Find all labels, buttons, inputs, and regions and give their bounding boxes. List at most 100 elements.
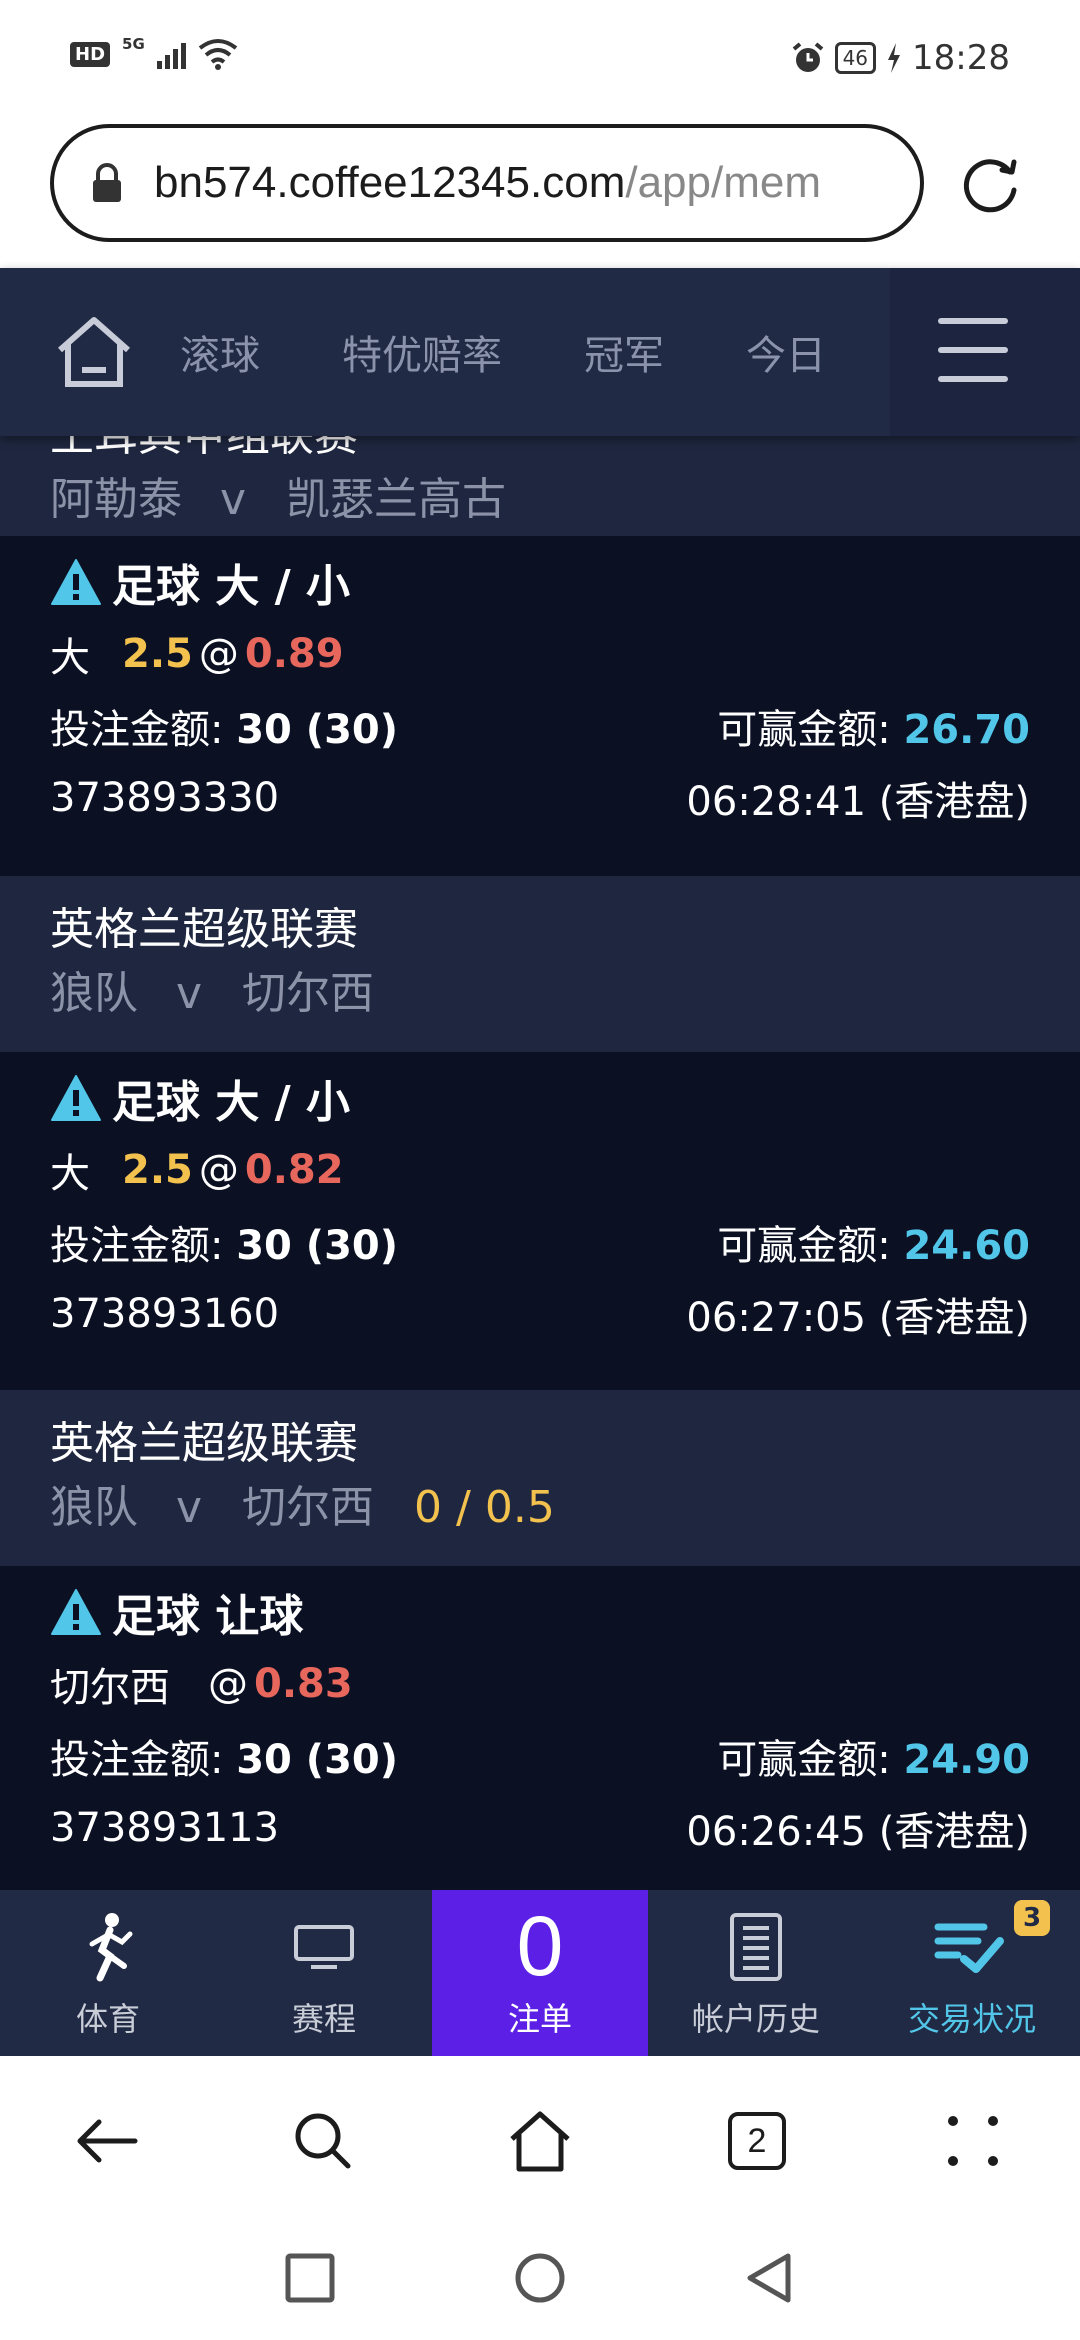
ticket-row: 373893113 06:26:45 (香港盘)	[50, 1792, 1030, 1864]
win-value: 24.60	[903, 1223, 1030, 1269]
bet-selection: 大 2.5 @ 0.89	[50, 618, 1030, 690]
ticket-id: 373893113	[50, 1805, 280, 1851]
tab-today[interactable]: 今日	[746, 323, 826, 381]
versus-label: v	[220, 474, 247, 525]
stake-row: 投注金额: 30 (30) 可赢金额: 24.60	[50, 1206, 1030, 1278]
warning-icon	[51, 559, 101, 605]
status-bar: HD 5G 46 18:28	[0, 0, 1080, 120]
tab-trade-status[interactable]: 交易状况 3	[864, 1890, 1080, 2056]
match-header: 英格兰超级联赛 狼队 v 切尔西 0 / 0.5	[0, 1390, 1080, 1566]
match-teams: 阿勒泰 v 凯瑟兰高古	[50, 468, 1030, 532]
versus-label: v	[176, 968, 203, 1019]
bet-market: 足球 让球	[112, 1591, 304, 1642]
bet-card[interactable]: 足球 大 / 小 大 2.5 @ 0.89 投注金额: 30 (30) 可赢金额…	[0, 536, 1080, 876]
match-teams: 狼队 v 切尔西 0 / 0.5	[50, 1476, 1030, 1540]
selection-label: 切尔西	[50, 1665, 170, 1711]
selection-label: 大	[50, 1151, 90, 1197]
odds-value: 0.83	[254, 1661, 353, 1707]
battery-level: 46	[834, 42, 877, 74]
system-nav-bar	[0, 2226, 1080, 2340]
points-value: 2.5	[122, 631, 193, 677]
tab-outright[interactable]: 冠军	[584, 323, 664, 381]
stake-value: 30 (30)	[236, 1223, 399, 1269]
network-type: 5G	[122, 35, 145, 53]
tab-sports[interactable]: 体育	[0, 1890, 216, 2056]
clock: 18:28	[912, 38, 1010, 78]
match-teams: 狼队 v 切尔西	[50, 962, 1030, 1026]
bet-market: 足球 大 / 小	[112, 561, 351, 612]
home-team: 狼队	[50, 968, 138, 1019]
reload-icon[interactable]	[958, 150, 1024, 216]
bet-card[interactable]: 足球 大 / 小 大 2.5 @ 0.82 投注金额: 30 (30) 可赢金额…	[0, 1052, 1080, 1390]
nav-fade	[840, 268, 890, 436]
tab-special-odds[interactable]: 特优赔率	[342, 323, 502, 381]
ticket-row: 373893330 06:28:41 (香港盘)	[50, 762, 1030, 834]
home-team: 狼队	[50, 1482, 138, 1533]
home-page-icon[interactable]	[505, 2106, 575, 2176]
tab-history-label: 帐户历史	[691, 2000, 820, 2038]
bet-time: 06:26:45 (香港盘)	[686, 1809, 1030, 1855]
tab-betslip-label: 注单	[507, 2000, 572, 2038]
checklist-icon	[934, 1912, 1010, 1982]
ticket-row: 373893160 06:27:05 (香港盘)	[50, 1278, 1030, 1350]
stake-row: 投注金额: 30 (30) 可赢金额: 24.90	[50, 1720, 1030, 1792]
stake-value: 30 (30)	[236, 1737, 399, 1783]
tv-icon	[293, 1912, 355, 1982]
away-team: 凯瑟兰高古	[286, 474, 507, 525]
away-team: 切尔西	[242, 1482, 375, 1533]
recents-square-icon[interactable]	[282, 2250, 338, 2306]
stake-row: 投注金额: 30 (30) 可赢金额: 26.70	[50, 690, 1030, 762]
back-triangle-icon[interactable]	[742, 2250, 798, 2306]
hd-indicator: HD	[70, 41, 111, 67]
bet-title: 足球 大 / 小	[50, 546, 1030, 618]
tabs-switcher[interactable]: 2	[722, 2106, 792, 2176]
url-host: bn574.coffee12345.com	[154, 158, 626, 207]
tab-betslip[interactable]: 0 注单	[432, 1890, 648, 2056]
home-team: 阿勒泰	[50, 474, 182, 525]
home-circle-icon[interactable]	[512, 2250, 568, 2306]
bet-time: 06:28:41 (香港盘)	[686, 779, 1030, 825]
more-options-icon[interactable]	[938, 2106, 1008, 2176]
at-sign: @	[198, 631, 239, 677]
url-text: bn574.coffee12345.com/app/mem	[154, 158, 821, 208]
browser-bottom-bar: 2	[0, 2056, 1080, 2226]
signal-icon	[156, 39, 186, 69]
win-label: 可赢金额:	[717, 1223, 891, 1269]
win-label: 可赢金额:	[717, 707, 891, 753]
win-value: 24.90	[903, 1737, 1030, 1783]
match-header: 土耳其甲组联赛 阿勒泰 v 凯瑟兰高古	[0, 436, 1080, 536]
bet-list[interactable]: 土耳其甲组联赛 阿勒泰 v 凯瑟兰高古 足球 大 / 小 大 2.5 @ 0.8…	[0, 436, 1080, 1890]
bet-card[interactable]: 足球 让球 切尔西 @ 0.83 投注金额: 30 (30) 可赢金额: 24.…	[0, 1566, 1080, 1890]
at-sign: @	[198, 1147, 239, 1193]
hamburger-menu-icon[interactable]	[938, 318, 1008, 382]
wifi-icon	[198, 39, 237, 70]
athlete-icon	[80, 1912, 136, 1982]
ticket-id: 373893160	[50, 1291, 280, 1337]
league-name: 英格兰超级联赛	[50, 1418, 358, 1469]
home-icon[interactable]	[54, 314, 134, 390]
bet-time: 06:27:05 (香港盘)	[686, 1295, 1030, 1341]
tab-account-history[interactable]: 帐户历史	[648, 1890, 864, 2056]
odds-value: 0.89	[244, 631, 344, 677]
at-sign: @	[208, 1661, 248, 1707]
versus-label: v	[176, 1482, 203, 1533]
bottom-tab-bar: 体育 赛程 0 注单 帐户历史 交易状况 3	[0, 1890, 1080, 2056]
odds-value: 0.82	[244, 1147, 344, 1193]
warning-icon	[51, 1075, 101, 1121]
stake-label: 投注金额:	[50, 1223, 224, 1269]
points-value: 2.5	[122, 1147, 193, 1193]
back-arrow-icon[interactable]	[72, 2106, 142, 2176]
stake-label: 投注金额:	[50, 707, 224, 753]
tabs-count: 2	[728, 2112, 786, 2170]
stake-value: 30 (30)	[236, 707, 399, 753]
bet-selection: 大 2.5 @ 0.82	[50, 1134, 1030, 1206]
tab-live[interactable]: 滚球	[180, 323, 260, 381]
document-icon	[729, 1912, 783, 1982]
bet-title: 足球 让球	[50, 1576, 1030, 1648]
tab-schedule-label: 赛程	[291, 2000, 356, 2038]
search-icon[interactable]	[288, 2106, 358, 2176]
url-bar[interactable]: bn574.coffee12345.com/app/mem	[50, 124, 924, 242]
handicap-line: 0 / 0.5	[414, 1482, 555, 1533]
tab-schedule[interactable]: 赛程	[216, 1890, 432, 2056]
ticket-id: 373893330	[50, 775, 280, 821]
